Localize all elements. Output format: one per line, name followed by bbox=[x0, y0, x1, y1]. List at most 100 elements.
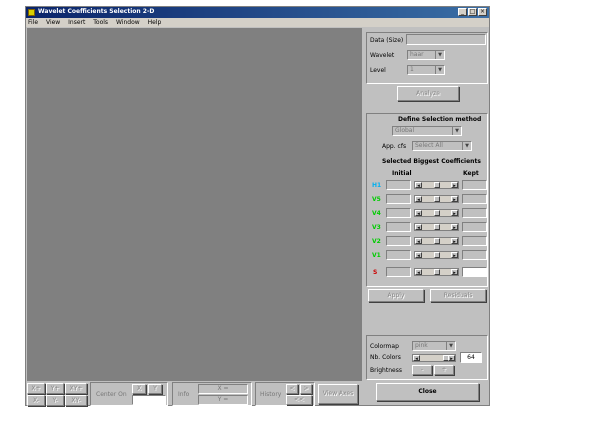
zoom-xy-minus-button[interactable]: XY- bbox=[65, 395, 87, 406]
initial-field-v4 bbox=[386, 208, 411, 218]
nb-colors-slider[interactable]: ◂ ▸ bbox=[412, 354, 456, 362]
brightness-minus-button[interactable]: - bbox=[412, 365, 432, 375]
arrow-right-icon[interactable]: ▸ bbox=[451, 196, 458, 203]
row-label-v5: V5 bbox=[372, 196, 381, 203]
center-on-field[interactable] bbox=[132, 395, 166, 405]
zoom-y-minus-button[interactable]: Y- bbox=[46, 395, 64, 406]
slider-v3[interactable]: ◂ ▸ bbox=[414, 223, 459, 231]
main-window: Wavelet Coefficients Selection 2-D _ □ ×… bbox=[25, 6, 490, 406]
colormap-popup[interactable]: pink ▼ bbox=[412, 341, 456, 351]
menu-tools[interactable]: Tools bbox=[93, 18, 108, 27]
slider-v5[interactable]: ◂ ▸ bbox=[414, 195, 459, 203]
view-axes-button[interactable]: View Axes bbox=[318, 384, 358, 404]
arrow-left-icon[interactable]: ◂ bbox=[415, 182, 422, 189]
slider-thumb[interactable] bbox=[434, 238, 440, 244]
kept-field-v1[interactable] bbox=[462, 250, 487, 260]
slider-h1[interactable]: ◂ ▸ bbox=[414, 181, 459, 189]
menu-help[interactable]: Help bbox=[148, 18, 162, 27]
analyze-button[interactable]: Analyze bbox=[397, 86, 459, 101]
center-on-label: Center On bbox=[96, 391, 127, 398]
kept-field-v2[interactable] bbox=[462, 236, 487, 246]
level-value: 1 bbox=[410, 66, 414, 73]
wavelet-value: haar bbox=[410, 51, 424, 58]
method-popup[interactable]: Global ▼ bbox=[392, 126, 462, 136]
arrow-right-icon[interactable]: ▸ bbox=[448, 355, 455, 362]
brightness-plus-button[interactable]: + bbox=[434, 365, 454, 375]
menu-insert[interactable]: Insert bbox=[68, 18, 85, 27]
menu-file[interactable]: File bbox=[28, 18, 38, 27]
close-window-button[interactable]: × bbox=[478, 8, 487, 16]
brightness-label: Brightness bbox=[370, 367, 402, 374]
arrow-right-icon[interactable]: ▸ bbox=[451, 252, 458, 259]
arrow-left-icon[interactable]: ◂ bbox=[415, 224, 422, 231]
slider-v2[interactable]: ◂ ▸ bbox=[414, 237, 459, 245]
arrow-right-icon[interactable]: ▸ bbox=[451, 182, 458, 189]
center-on-x-button[interactable]: X bbox=[132, 384, 146, 394]
arrow-right-icon[interactable]: ▸ bbox=[451, 224, 458, 231]
axes-area[interactable] bbox=[27, 28, 362, 381]
arrow-left-icon[interactable]: ◂ bbox=[415, 238, 422, 245]
app-cfs-label: App. cfs bbox=[382, 143, 407, 150]
maximize-button[interactable]: □ bbox=[468, 8, 477, 16]
row-label-s: S bbox=[373, 269, 378, 276]
chevron-down-icon: ▼ bbox=[435, 51, 444, 59]
zoom-x-plus-button[interactable]: X+ bbox=[27, 383, 45, 394]
nb-colors-label: Nb. Colors bbox=[370, 354, 401, 361]
row-label-h1: H1 bbox=[372, 182, 382, 189]
history-prev-button[interactable]: < bbox=[286, 384, 298, 394]
arrow-left-icon[interactable]: ◂ bbox=[415, 269, 422, 276]
apply-button[interactable]: Apply bbox=[368, 289, 424, 302]
arrow-right-icon[interactable]: ▸ bbox=[451, 210, 458, 217]
arrow-right-icon[interactable]: ▸ bbox=[451, 238, 458, 245]
app-cfs-value: Select All bbox=[415, 142, 443, 149]
app-cfs-popup[interactable]: Select All ▼ bbox=[412, 141, 472, 151]
center-on-y-button[interactable]: Y bbox=[148, 384, 162, 394]
history-label: History bbox=[260, 391, 282, 398]
row-label-v1: V1 bbox=[372, 252, 381, 259]
wavelet-popup[interactable]: haar ▼ bbox=[407, 50, 445, 60]
menu-view[interactable]: View bbox=[46, 18, 60, 27]
kept-field-s[interactable] bbox=[462, 267, 487, 277]
slider-v1[interactable]: ◂ ▸ bbox=[414, 251, 459, 259]
initial-field-v5 bbox=[386, 194, 411, 204]
minimize-button[interactable]: _ bbox=[458, 8, 467, 16]
nb-colors-field[interactable]: 64 bbox=[460, 352, 482, 363]
close-button[interactable]: Close bbox=[376, 383, 479, 401]
kept-field-h1[interactable] bbox=[462, 180, 487, 190]
menu-bar: File View Insert Tools Window Help bbox=[26, 18, 489, 27]
menu-window[interactable]: Window bbox=[116, 18, 140, 27]
kept-field-v3[interactable] bbox=[462, 222, 487, 232]
initial-field-h1 bbox=[386, 180, 411, 190]
info-x-field: X = bbox=[198, 384, 248, 394]
slider-thumb[interactable] bbox=[434, 182, 440, 188]
arrow-left-icon[interactable]: ◂ bbox=[415, 252, 422, 259]
selected-coefficients-title: Selected Biggest Coefficients bbox=[382, 158, 481, 165]
arrow-right-icon[interactable]: ▸ bbox=[451, 269, 458, 276]
info-y-field: Y = bbox=[198, 395, 248, 405]
slider-thumb[interactable] bbox=[434, 210, 440, 216]
arrow-left-icon[interactable]: ◂ bbox=[415, 196, 422, 203]
history-back-button[interactable]: << bbox=[286, 395, 312, 405]
level-popup[interactable]: 1 ▼ bbox=[407, 65, 445, 75]
slider-v4[interactable]: ◂ ▸ bbox=[414, 209, 459, 217]
kept-field-v4[interactable] bbox=[462, 208, 487, 218]
define-selection-title: Define Selection method bbox=[398, 116, 482, 123]
chevron-down-icon: ▼ bbox=[435, 66, 444, 74]
kept-field-v5[interactable] bbox=[462, 194, 487, 204]
kept-label: Kept bbox=[463, 170, 479, 177]
residuals-button[interactable]: Residuals bbox=[430, 289, 486, 302]
arrow-left-icon[interactable]: ◂ bbox=[415, 210, 422, 217]
slider-thumb[interactable] bbox=[434, 252, 440, 258]
chevron-down-icon: ▼ bbox=[462, 142, 471, 150]
slider-s[interactable]: ◂ ▸ bbox=[414, 268, 459, 276]
slider-thumb[interactable] bbox=[434, 224, 440, 230]
zoom-x-minus-button[interactable]: X- bbox=[27, 395, 45, 406]
history-next-button[interactable]: > bbox=[300, 384, 312, 394]
chevron-down-icon: ▼ bbox=[452, 127, 461, 135]
slider-thumb[interactable] bbox=[434, 196, 440, 202]
zoom-y-plus-button[interactable]: Y+ bbox=[46, 383, 64, 394]
row-label-v3: V3 bbox=[372, 224, 381, 231]
zoom-xy-plus-button[interactable]: XY+ bbox=[65, 383, 87, 394]
arrow-left-icon[interactable]: ◂ bbox=[413, 355, 420, 362]
slider-thumb[interactable] bbox=[434, 269, 440, 275]
